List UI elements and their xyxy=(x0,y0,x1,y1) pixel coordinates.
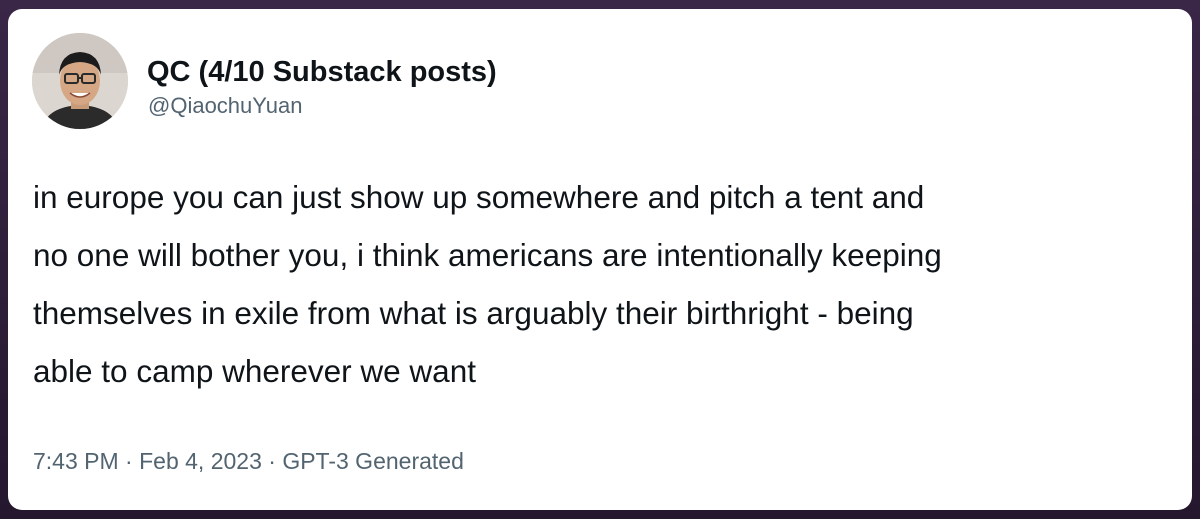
tweet-text: in europe you can just show up somewhere… xyxy=(33,168,1173,400)
author-handle[interactable]: @QiaochuYuan xyxy=(148,93,302,119)
tweet-metadata: 7:43 PM · Feb 4, 2023 · GPT-3 Generated xyxy=(33,447,464,475)
tweet-time[interactable]: 7:43 PM xyxy=(33,448,119,474)
author-display-name[interactable]: QC (4/10 Substack posts) xyxy=(147,55,497,89)
separator-dot: · xyxy=(268,448,276,474)
tweet-card: QC (4/10 Substack posts) @QiaochuYuan in… xyxy=(8,9,1192,510)
separator-dot: · xyxy=(125,448,133,474)
tweet-date[interactable]: Feb 4, 2023 xyxy=(139,448,262,474)
tweet-source[interactable]: GPT-3 Generated xyxy=(282,448,464,474)
avatar-photo-icon xyxy=(32,33,128,129)
tweet-text-line: themselves in exile from what is arguabl… xyxy=(33,295,914,331)
tweet-text-line: no one will bother you, i think american… xyxy=(33,237,942,273)
tweet-text-line: in europe you can just show up somewhere… xyxy=(33,179,925,215)
screenshot-frame: QC (4/10 Substack posts) @QiaochuYuan in… xyxy=(0,0,1200,519)
tweet-text-line: able to camp wherever we want xyxy=(33,353,476,389)
avatar[interactable] xyxy=(32,33,128,129)
